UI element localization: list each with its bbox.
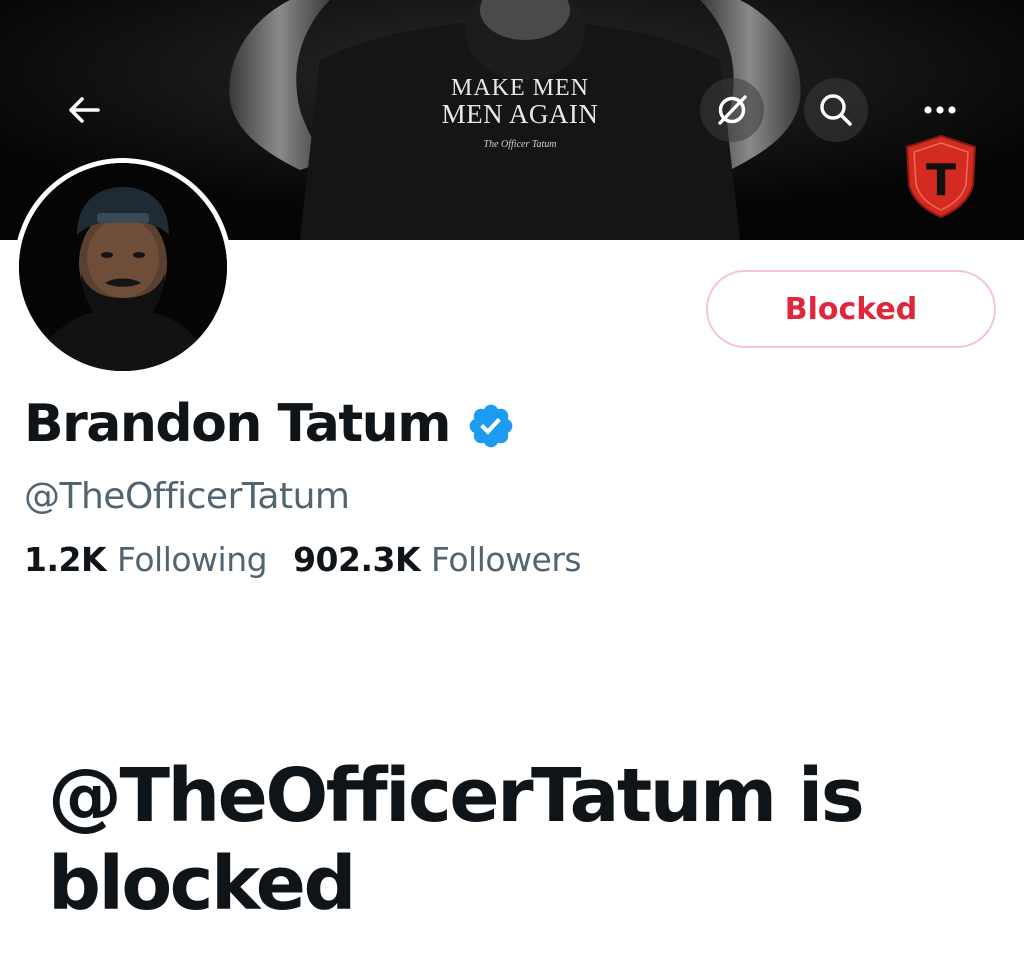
following-label: Following (117, 540, 268, 579)
shirt-line-1: MAKE MEN (451, 75, 589, 101)
avatar-photo (19, 163, 227, 371)
display-name: Brandon Tatum (24, 394, 451, 454)
profile-handle: @TheOfficerTatum (24, 476, 350, 517)
profile-stats: 1.2K Following 902.3K Followers (24, 540, 582, 579)
back-button[interactable] (52, 78, 116, 142)
followers-link[interactable]: 902.3K Followers (293, 540, 582, 579)
followers-count: 902.3K (293, 540, 421, 579)
profile-name-row: Brandon Tatum (24, 394, 516, 454)
notifications-off-icon (718, 95, 747, 125)
following-count: 1.2K (24, 540, 107, 579)
shirt-line-2: MEN AGAIN (441, 99, 599, 129)
banner-shirt-text: MAKE MEN MEN AGAIN The Officer Tatum (420, 76, 620, 150)
avatar[interactable] (14, 158, 232, 376)
followers-label: Followers (431, 540, 582, 579)
arrow-left-icon (69, 97, 100, 123)
verified-badge-icon[interactable] (466, 401, 516, 451)
following-link[interactable]: 1.2K Following (24, 540, 268, 579)
blocked-button[interactable]: Blocked (706, 270, 996, 348)
blocked-notice-title: @TheOfficerTatum is blocked (48, 753, 865, 927)
search-button[interactable] (804, 78, 868, 142)
shield-logo-icon: T (905, 134, 977, 219)
search-icon (820, 94, 852, 126)
mute-notifications-button[interactable] (700, 78, 764, 142)
shield-letter: T (926, 155, 956, 206)
more-horizontal-icon (924, 106, 956, 114)
shirt-signature: The Officer Tatum (483, 139, 557, 150)
